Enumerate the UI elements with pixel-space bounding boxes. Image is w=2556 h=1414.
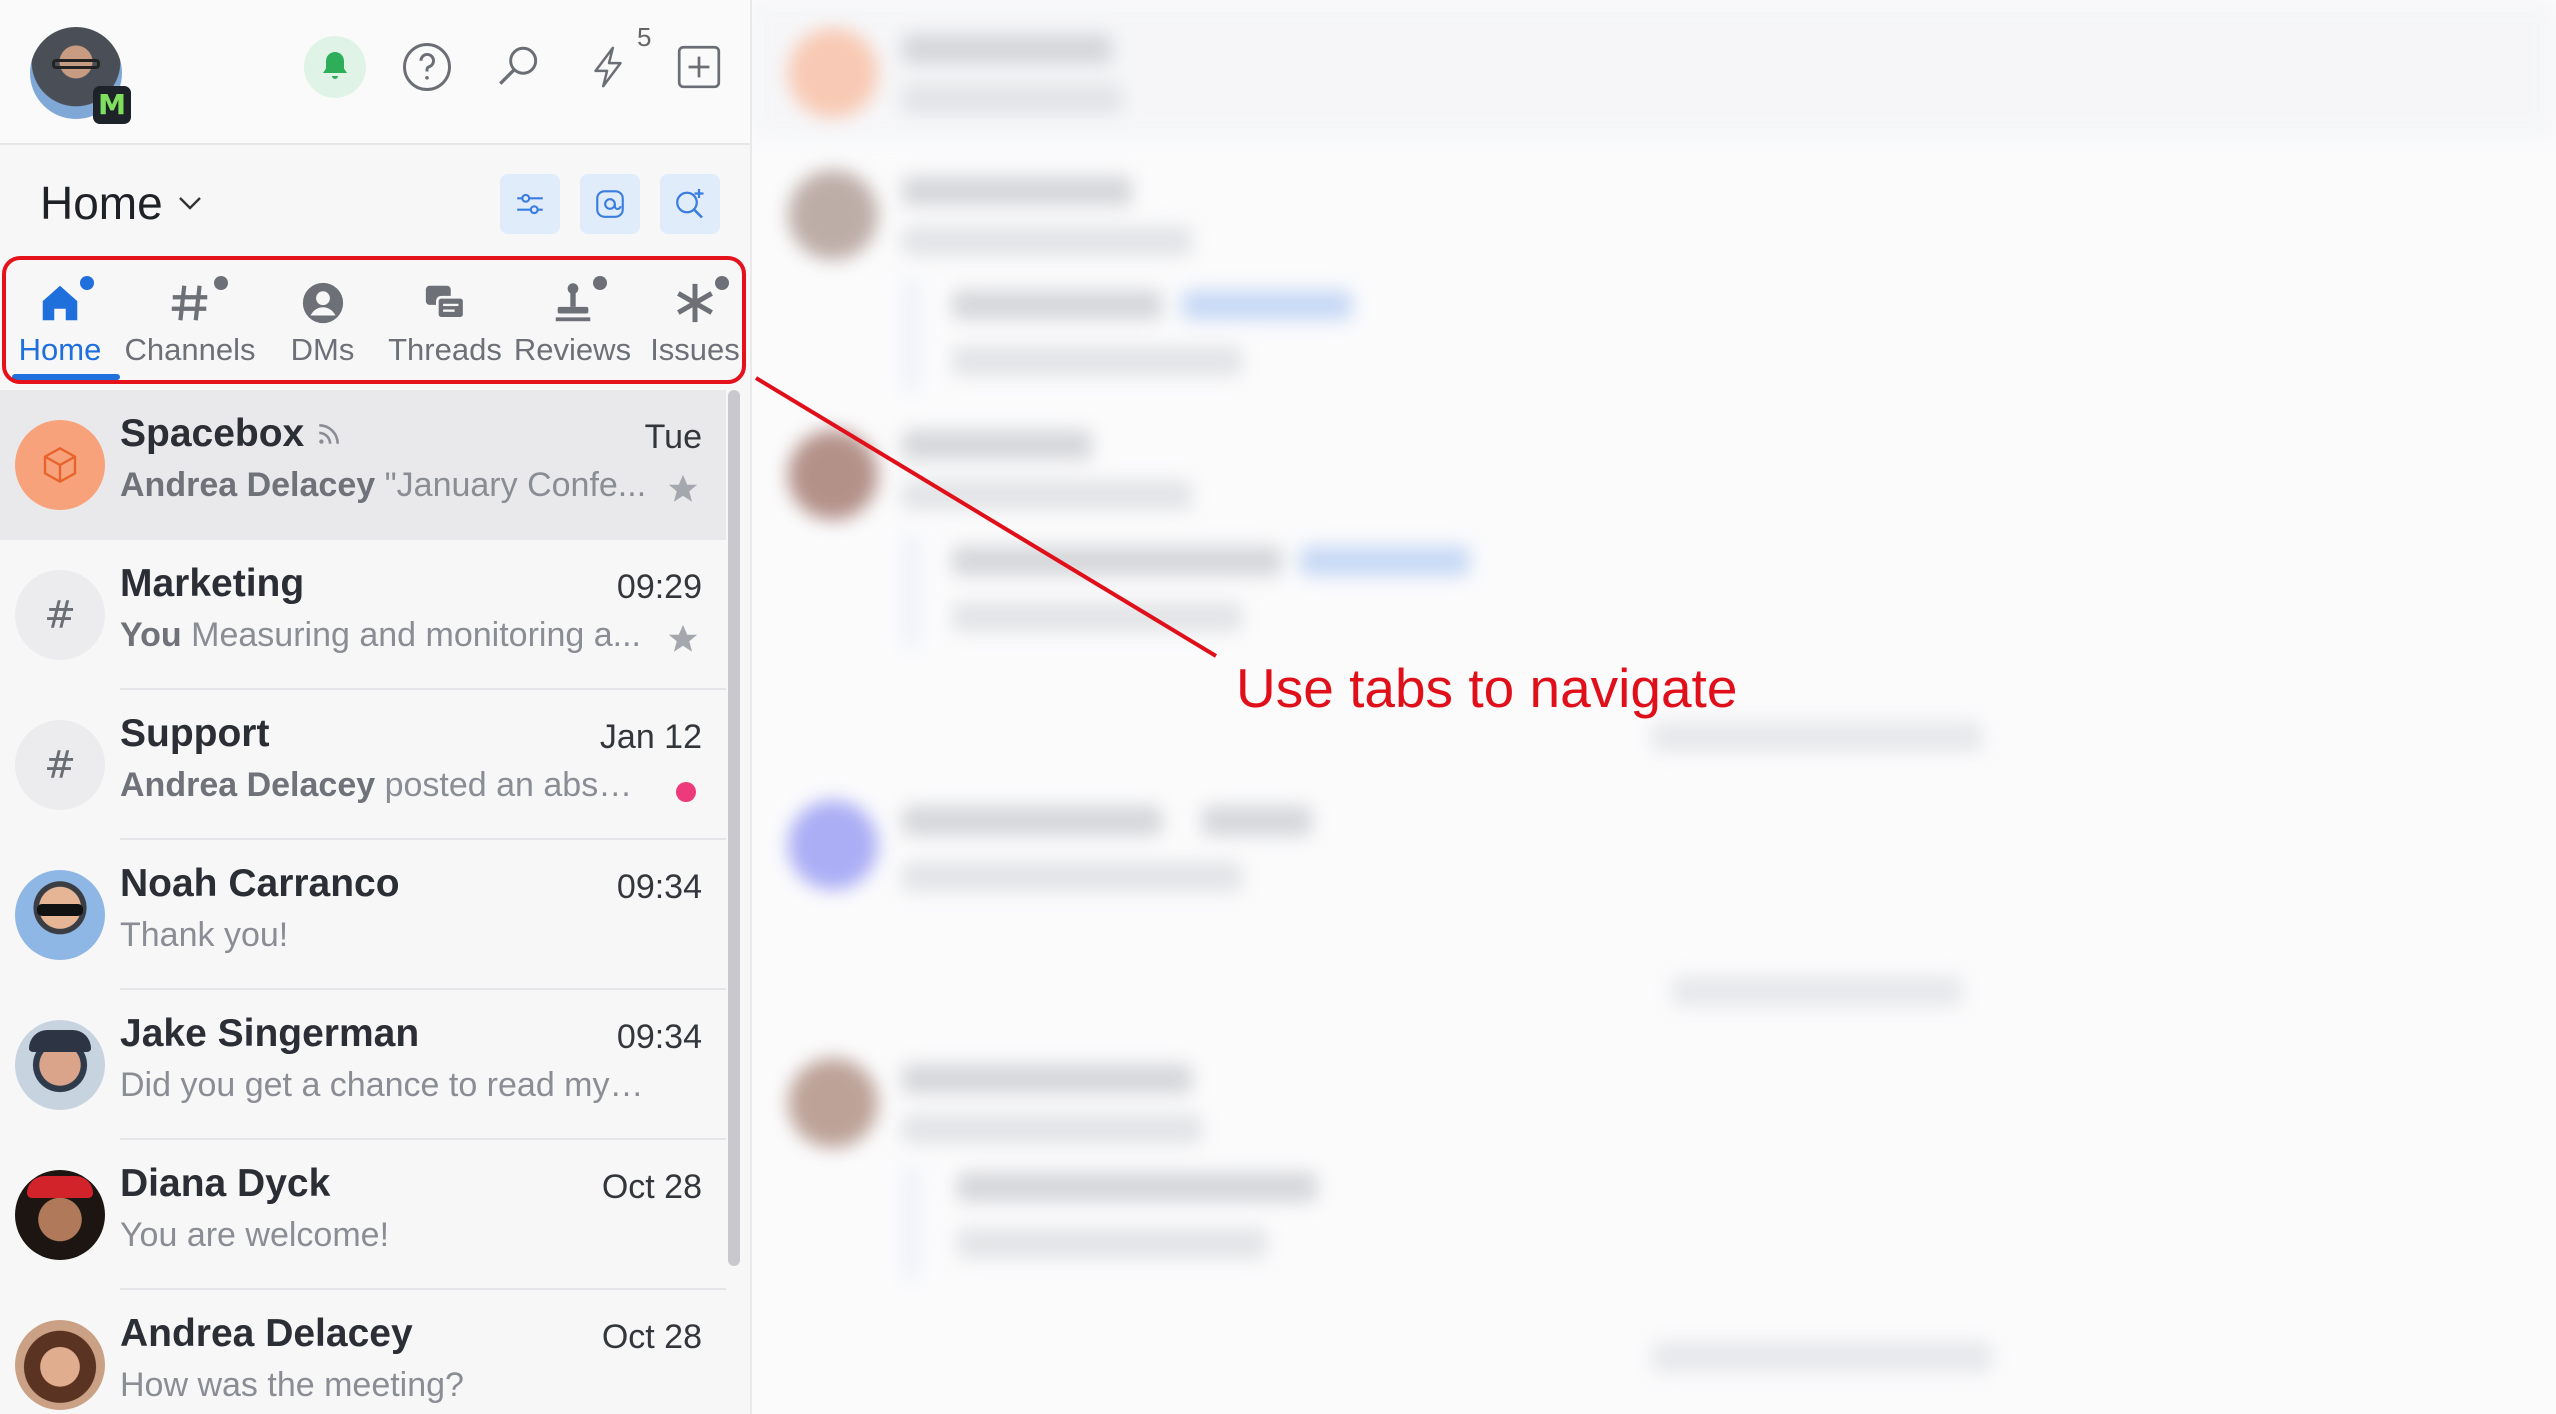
conversation-preview: Thank you! <box>120 916 289 954</box>
avatar <box>15 1170 105 1260</box>
conversation-name: Marketing <box>120 562 305 605</box>
search-icon[interactable] <box>488 36 550 98</box>
conversation-preview: How was the meeting? <box>120 1366 464 1404</box>
top-toolbar: M 5 <box>0 0 750 145</box>
list-item[interactable]: Spacebox Tue Andrea Delacey "January Con… <box>0 390 726 540</box>
rss-icon <box>319 424 340 444</box>
scrollbar[interactable] <box>728 390 740 1266</box>
page-title: Home <box>40 177 163 229</box>
conversation-preview: You Measuring and monitoring a... <box>120 616 641 654</box>
conversation-time: Oct 28 <box>601 1318 702 1356</box>
tabs-highlight-box <box>2 256 746 384</box>
avatar <box>15 1320 105 1410</box>
annotation-label: Use tabs to navigate <box>1236 657 1738 719</box>
star-icon[interactable] <box>666 472 700 506</box>
lightning-count: 5 <box>637 22 652 52</box>
sidebar: M 5 Home Home Channels DMs Threads Revie… <box>0 0 752 1414</box>
avatar <box>15 870 105 960</box>
unread-indicator <box>676 782 696 802</box>
conversation-name: Jake Singerman <box>120 1012 420 1055</box>
conversation-name: Noah Carranco <box>120 862 400 905</box>
workspace-badge-icon[interactable]: M <box>93 86 131 124</box>
conversation-preview: Andrea Delacey "January Confe... <box>120 466 647 504</box>
lightning-icon[interactable] <box>578 36 640 98</box>
new-item-icon[interactable] <box>668 36 730 98</box>
channel-hash-icon: # <box>15 720 105 810</box>
conversation-time: 09:34 <box>616 1018 702 1056</box>
home-dropdown[interactable]: Home <box>40 176 203 230</box>
cube-icon <box>43 446 77 484</box>
conversation-preview: Did you get a chance to read my c... <box>120 1066 650 1104</box>
list-item[interactable]: # Support Jan 12 Andrea Delacey posted a… <box>0 690 726 840</box>
help-icon[interactable] <box>396 36 458 98</box>
conversation-preview: Andrea Delacey posted an absen... <box>120 766 650 804</box>
star-icon[interactable] <box>666 622 700 656</box>
conversation-time: 09:29 <box>616 568 702 606</box>
new-search-icon[interactable] <box>660 174 720 234</box>
conversation-name: Diana Dyck <box>120 1162 331 1205</box>
conversation-time: Tue <box>644 418 702 456</box>
conversation-preview: You are welcome! <box>120 1216 390 1254</box>
channel-hash-icon: # <box>15 570 105 660</box>
conversation-name: Support <box>120 712 270 755</box>
list-item[interactable]: Andrea Delacey Oct 28 How was the meetin… <box>0 1290 726 1414</box>
conversation-time: Jan 12 <box>599 718 702 756</box>
mention-icon[interactable] <box>580 174 640 234</box>
conversation-time: 09:34 <box>616 868 702 906</box>
list-item[interactable]: Diana Dyck Oct 28 You are welcome! <box>0 1140 726 1290</box>
conversation-name: Andrea Delacey <box>120 1312 413 1355</box>
list-item[interactable]: # Marketing 09:29 You Measuring and moni… <box>0 540 726 690</box>
spacebox-avatar <box>15 420 105 510</box>
conversation-time: Oct 28 <box>601 1168 702 1206</box>
avatar <box>15 1020 105 1110</box>
conversation-name: Spacebox <box>120 412 342 456</box>
filter-icon[interactable] <box>500 174 560 234</box>
chevron-down-icon <box>178 197 201 210</box>
list-item[interactable]: Jake Singerman 09:34 Did you get a chanc… <box>0 990 726 1140</box>
notification-bell-icon[interactable] <box>304 36 366 98</box>
list-item[interactable]: Noah Carranco 09:34 Thank you! <box>0 840 726 990</box>
